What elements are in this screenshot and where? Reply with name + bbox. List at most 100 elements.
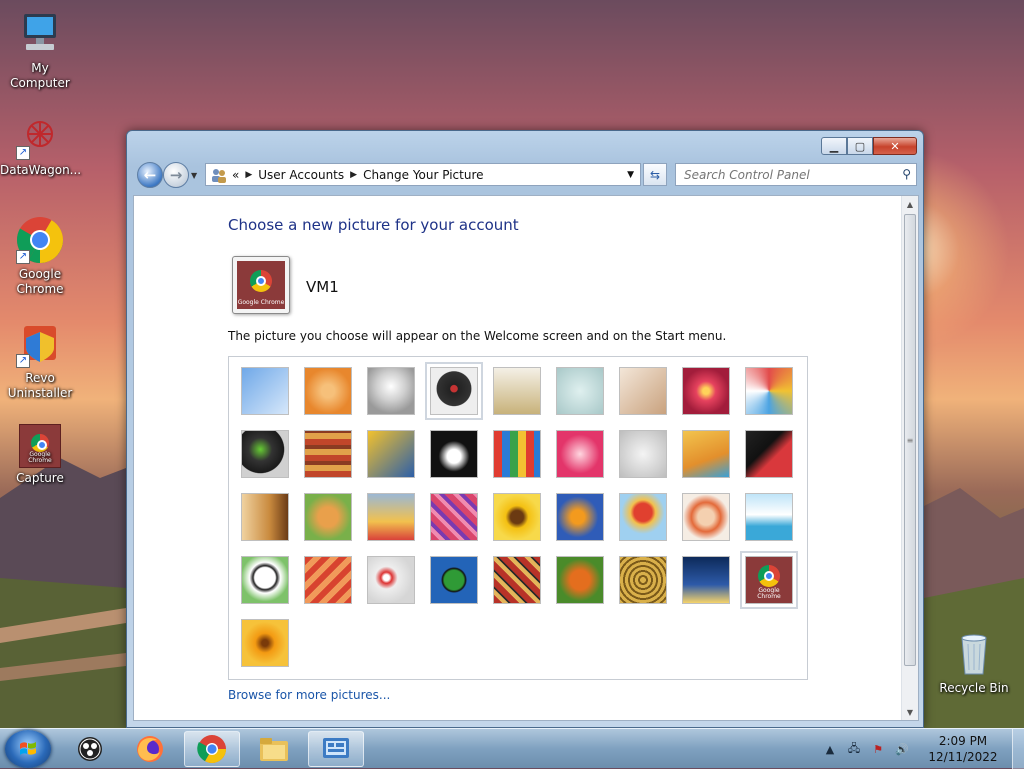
start-button[interactable] xyxy=(5,730,51,768)
minimize-button[interactable]: ▁ xyxy=(821,137,847,155)
picture-tile-pomeranian[interactable] xyxy=(304,493,352,541)
picture-tile-leaf[interactable] xyxy=(367,430,415,478)
picture-tile-lighthouse[interactable] xyxy=(682,556,730,604)
taskbar-explorer[interactable] xyxy=(246,731,302,767)
shortcut-arrow-icon: ↗ xyxy=(16,354,30,368)
picture-tile-starfish[interactable] xyxy=(304,367,352,415)
selected-picture-label: Google Chrome xyxy=(757,587,781,600)
browse-more-pictures-link[interactable]: Browse for more pictures... xyxy=(228,688,390,702)
picture-tile-dog-border-collie[interactable] xyxy=(430,430,478,478)
picture-tile-fish[interactable] xyxy=(556,493,604,541)
clock[interactable]: 2:09 PM 12/11/2022 xyxy=(920,733,1006,765)
close-button[interactable]: ✕ xyxy=(873,137,917,155)
grip-icon: ≡ xyxy=(906,435,914,445)
picture-tile-butterfly[interactable] xyxy=(556,556,604,604)
firefox-icon xyxy=(137,736,163,762)
desktop-icon-recycle-bin[interactable]: Recycle Bin xyxy=(934,630,1014,696)
picture-tile-toy-robot[interactable] xyxy=(367,493,415,541)
picture-tile-soccer-ball[interactable] xyxy=(241,556,289,604)
minimize-icon: ▁ xyxy=(829,139,839,153)
taskbar-firefox[interactable] xyxy=(122,731,178,767)
recent-pages-dropdown[interactable]: ▼ xyxy=(191,171,197,180)
forward-button[interactable]: → xyxy=(163,162,189,188)
breadcrumb-user-accounts[interactable]: User Accounts xyxy=(258,168,344,182)
picture-tile-sunflower[interactable] xyxy=(493,493,541,541)
picture-tile-kitten[interactable] xyxy=(619,367,667,415)
picture-tile-robot-figurine[interactable] xyxy=(367,367,415,415)
picture-tile-gyroscope[interactable] xyxy=(556,367,604,415)
chrome-logo-icon xyxy=(31,433,49,452)
taskbar: ▲ 🖧 ⚑ 🔊 2:09 PM 12/11/2022 xyxy=(0,728,1024,769)
desktop-icon-label: Capture xyxy=(16,471,64,485)
picture-tile-lucky-cat[interactable] xyxy=(493,367,541,415)
picture-tile-fabric-stripes[interactable] xyxy=(304,430,352,478)
desktop-icon-revo-uninstaller[interactable]: ↗ Revo Uninstaller xyxy=(0,320,80,401)
breadcrumb-change-your-picture[interactable]: Change Your Picture xyxy=(363,168,483,182)
picture-tile-fabric-red[interactable] xyxy=(304,556,352,604)
revo-uninstaller-icon: ↗ xyxy=(16,320,64,368)
desktop-icon-my-computer[interactable]: My Computer xyxy=(0,10,80,91)
picture-tile-paper-star[interactable] xyxy=(556,430,604,478)
scroll-thumb[interactable]: ≡ xyxy=(904,214,916,666)
picture-tile-stairs[interactable] xyxy=(682,430,730,478)
picture-tile-crayons[interactable] xyxy=(493,430,541,478)
maximize-button[interactable]: ▢ xyxy=(847,137,873,155)
current-picture-image: Google Chrome xyxy=(237,261,285,309)
picture-tile-pinwheel[interactable] xyxy=(745,367,793,415)
system-tray: ▲ 🖧 ⚑ 🔊 2:09 PM 12/11/2022 xyxy=(818,729,1024,769)
picture-tile-flower-pink[interactable] xyxy=(682,367,730,415)
network-icon[interactable]: 🖧 xyxy=(845,740,863,758)
page-title: Choose a new picture for your account xyxy=(228,216,519,234)
picture-tile-marbles[interactable] xyxy=(367,556,415,604)
taskbar-obs[interactable] xyxy=(62,731,118,767)
scroll-down-icon[interactable]: ▼ xyxy=(902,704,918,720)
desktop-icon-label: Google Chrome xyxy=(16,267,64,296)
desktop-icon-datawagon[interactable]: ↗ DataWagon... xyxy=(0,112,81,178)
picture-tile-chrome-selected[interactable]: Google Chrome xyxy=(740,551,798,609)
capture-image-icon: Google Chrome xyxy=(19,424,61,468)
breadcrumb-separator-icon: ▶ xyxy=(245,169,253,180)
folder-icon xyxy=(260,738,288,761)
clock-date: 12/11/2022 xyxy=(928,750,998,764)
picture-tile-vinyl-record[interactable] xyxy=(425,362,483,420)
volume-icon[interactable]: 🔊 xyxy=(893,740,911,758)
back-button[interactable]: ← xyxy=(137,162,163,188)
desktop-icon-google-chrome[interactable]: ↗ Google Chrome xyxy=(0,216,80,297)
show-hidden-icons-chevron-icon[interactable]: ▲ xyxy=(821,740,839,758)
navigation-bar: ← → ▼ « ▶ User Accounts ▶ Change Your Pi… xyxy=(135,161,917,189)
picture-tile-ball[interactable] xyxy=(241,430,289,478)
datawagon-icon: ↗ xyxy=(16,112,64,160)
picture-tile-rug[interactable] xyxy=(493,556,541,604)
search-icon[interactable]: ⚲ xyxy=(902,167,911,181)
picture-tile-daruma[interactable] xyxy=(682,493,730,541)
address-dropdown-icon[interactable]: ▼ xyxy=(627,170,634,180)
close-icon: ✕ xyxy=(890,139,900,153)
vertical-scrollbar[interactable]: ▲ ≡ ▼ xyxy=(901,196,918,720)
picture-tile-yarn[interactable] xyxy=(430,493,478,541)
picture-tile-sailboat[interactable] xyxy=(745,493,793,541)
address-bar[interactable]: « ▶ User Accounts ▶ Change Your Picture … xyxy=(205,163,641,186)
picture-tile-spiral-sculpture[interactable] xyxy=(619,556,667,604)
address-overflow[interactable]: « xyxy=(232,168,239,182)
desktop-icon-capture[interactable]: Google Chrome Capture xyxy=(0,424,80,486)
picture-tile-hot-air-balloon[interactable] xyxy=(619,493,667,541)
scroll-up-icon[interactable]: ▲ xyxy=(902,196,918,212)
taskbar-chrome[interactable] xyxy=(184,731,240,767)
user-name: VM1 xyxy=(306,278,339,296)
picture-tile-origami-crane[interactable] xyxy=(745,430,793,478)
content-pane: Choose a new picture for your account Go… xyxy=(133,195,919,721)
show-desktop-button[interactable] xyxy=(1012,729,1024,769)
picture-tile-guitar[interactable] xyxy=(241,493,289,541)
current-user-picture: Google Chrome xyxy=(232,256,290,314)
action-center-flag-icon[interactable]: ⚑ xyxy=(869,740,887,758)
forward-arrow-icon: → xyxy=(169,166,183,184)
picture-tile-ferris-wheel[interactable] xyxy=(241,367,289,415)
refresh-button[interactable]: ⇆ xyxy=(643,163,667,186)
change-picture-window: ▁ ▢ ✕ ← → ▼ « ▶ User Accounts ▶ Change Y… xyxy=(126,130,924,728)
picture-tile-gerbera-orange[interactable] xyxy=(241,619,289,667)
search-input[interactable] xyxy=(676,164,886,185)
picture-tile-window-green[interactable] xyxy=(430,556,478,604)
back-arrow-icon: ← xyxy=(143,166,157,184)
picture-tile-jacks[interactable] xyxy=(619,430,667,478)
taskbar-control-panel[interactable] xyxy=(308,731,364,767)
